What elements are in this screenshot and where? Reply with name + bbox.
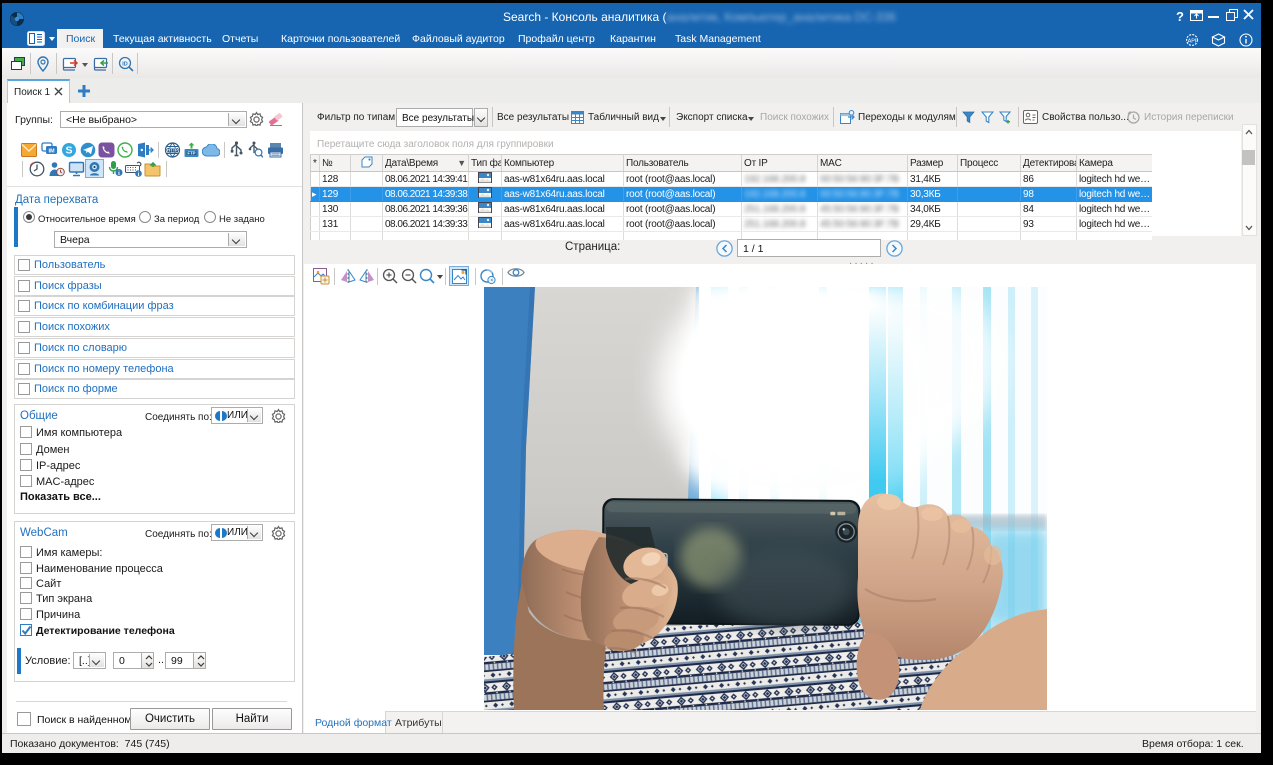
svg-text:IM: IM <box>48 148 55 154</box>
svg-text:FTP: FTP <box>188 151 196 156</box>
svg-text:API: API <box>1188 39 1197 45</box>
svg-text:ID: ID <box>122 61 128 67</box>
svg-text:S: S <box>65 145 72 157</box>
svg-text:HTTP: HTTP <box>167 148 178 153</box>
